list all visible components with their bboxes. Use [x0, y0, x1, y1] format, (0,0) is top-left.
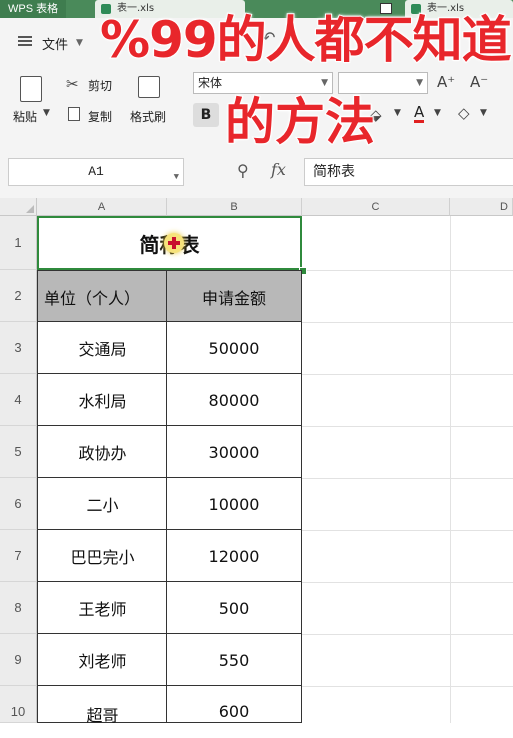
row-header-1[interactable]: 1 [0, 216, 37, 270]
table-cell[interactable]: 550 [166, 633, 302, 687]
table-cell[interactable]: 超哥 [37, 685, 168, 725]
chevron-down-icon[interactable]: ▼ [76, 38, 83, 48]
header-cell-unit[interactable]: 单位（个人） [37, 270, 168, 323]
table-cell[interactable]: 80000 [166, 373, 302, 427]
row-header-5[interactable]: 5 [0, 426, 37, 478]
row-header-7[interactable]: 7 [0, 530, 37, 582]
cell-reference: A1 [88, 164, 104, 179]
row-header-6[interactable]: 6 [0, 478, 37, 530]
table-cell[interactable]: 12000 [166, 529, 302, 583]
formula-input[interactable]: 简称表 [304, 158, 513, 186]
file-menu[interactable]: 文件 [42, 34, 68, 53]
font-color-icon[interactable]: A [414, 104, 425, 123]
chevron-down-icon[interactable]: ▼ [480, 108, 487, 118]
copy-button[interactable]: 复制 [88, 108, 112, 125]
row-header-9[interactable]: 9 [0, 634, 37, 686]
row-header-4[interactable]: 4 [0, 374, 37, 426]
table-cell[interactable]: 30000 [166, 425, 302, 479]
paste-icon[interactable] [20, 76, 42, 102]
copy-icon[interactable] [68, 107, 80, 121]
increase-font-icon[interactable]: A⁺ [437, 73, 455, 91]
row-header-3[interactable]: 3 [0, 322, 37, 374]
scissors-icon[interactable]: ✂ [66, 75, 79, 93]
chevron-down-icon: ▼ [416, 78, 423, 88]
column-header-a[interactable]: A [37, 198, 167, 216]
format-painter-icon[interactable] [138, 76, 160, 98]
table-cell[interactable]: 600 [166, 685, 302, 723]
select-all-corner[interactable] [0, 198, 37, 216]
row-header-2[interactable]: 2 [0, 270, 37, 322]
chevron-down-icon: ▼ [173, 172, 179, 182]
name-box[interactable]: A1 ▼ [8, 158, 184, 186]
table-cell[interactable]: 刘老师 [37, 633, 168, 687]
cursor-icon [164, 233, 184, 253]
column-header-d[interactable]: D [450, 198, 513, 216]
row-header-10[interactable]: 10 [0, 686, 37, 723]
caption-line-1: %99的人都不知道 [99, 10, 513, 70]
table-cell[interactable]: 政协办 [37, 425, 168, 479]
eraser-icon[interactable]: ◇ [458, 104, 470, 122]
function-icon[interactable]: fx [271, 160, 286, 179]
table-cell[interactable]: 王老师 [37, 581, 168, 635]
header-cell-amount[interactable]: 申请金额 [166, 270, 302, 323]
cut-button[interactable]: 剪切 [88, 77, 112, 94]
zoom-icon[interactable]: ⚲ [237, 161, 249, 180]
font-name-value: 宋体 [198, 76, 223, 90]
table-cell[interactable]: 50000 [166, 321, 302, 375]
table-cell[interactable]: 500 [166, 581, 302, 635]
row-header-8[interactable]: 8 [0, 582, 37, 634]
bold-button[interactable]: B [193, 103, 219, 127]
caption-line-2: 的方法 [224, 92, 376, 152]
table-cell[interactable]: 水利局 [37, 373, 168, 427]
paste-button[interactable]: 粘贴 [13, 108, 37, 125]
menu-icon[interactable] [18, 36, 32, 46]
table-cell[interactable]: 巴巴完小 [37, 529, 168, 583]
chevron-down-icon[interactable]: ▼ [43, 108, 50, 118]
app-title: WPS 表格 [0, 0, 67, 18]
format-painter-button[interactable]: 格式刷 [130, 108, 166, 125]
gridline [450, 216, 451, 723]
chevron-down-icon[interactable]: ▼ [394, 108, 401, 118]
chevron-down-icon[interactable]: ▼ [434, 108, 441, 118]
table-cell[interactable]: 二小 [37, 477, 168, 531]
decrease-font-icon[interactable]: A⁻ [470, 73, 488, 91]
column-header-b[interactable]: B [167, 198, 302, 216]
table-cell[interactable]: 交通局 [37, 321, 168, 375]
column-header-c[interactable]: C [302, 198, 450, 216]
table-cell[interactable]: 10000 [166, 477, 302, 531]
